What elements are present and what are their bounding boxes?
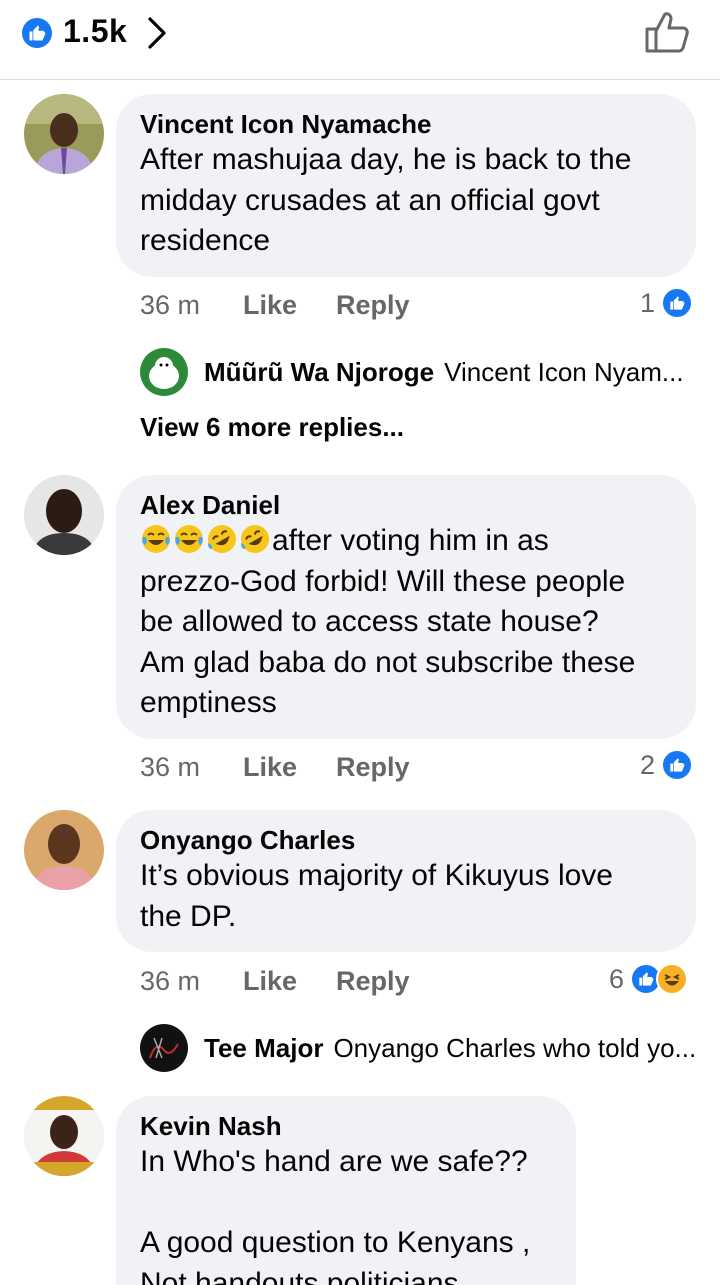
tears-of-joy-emoji-icon: [140, 523, 172, 555]
thumbs-up-outline-icon[interactable]: [644, 10, 690, 59]
comment-author[interactable]: Alex Daniel: [140, 489, 672, 521]
like-icon: [661, 287, 694, 319]
comment-time: 36 m: [140, 966, 201, 996]
avatar[interactable]: [24, 475, 104, 555]
comment-time: 36 m: [140, 752, 201, 782]
comment-text-line: prezzo-God forbid! Will these people: [140, 564, 626, 598]
like-icon: [661, 749, 694, 781]
reaction-count[interactable]: 1.5k: [63, 13, 127, 50]
reactions-header: 1.5k: [0, 0, 720, 80]
comment-text-line: It’s obvious majority of Kikuyus love: [140, 859, 613, 892]
comment-text-inline: after voting him in as: [272, 524, 549, 557]
comment-text-line: Am glad baba do not subscribe these: [140, 645, 636, 679]
reply-button[interactable]: Reply: [336, 752, 410, 783]
comment-actions: 36 m Like Reply: [140, 752, 410, 783]
comment-text-line: In Who's hand are we safe??: [140, 1145, 528, 1178]
comment-text-line: after voting him in as: [140, 521, 672, 562]
comment-author[interactable]: Kevin Nash: [140, 1110, 552, 1142]
rolling-laughing-emoji-icon: [239, 523, 271, 555]
comment-text-line: [140, 1183, 552, 1224]
comment-time: 36 m: [140, 290, 201, 320]
comment-author[interactable]: Vincent Icon Nyamache: [140, 108, 672, 140]
reaction-count: 2: [640, 749, 656, 780]
chevron-right-icon[interactable]: [146, 16, 168, 55]
comment-text-line: residence: [140, 224, 271, 257]
reply-author[interactable]: Mũũrũ Wa Njoroge: [204, 357, 434, 388]
comment-actions: 36 m Like Reply: [140, 966, 410, 997]
reply-preview[interactable]: Tee Major Onyango Charles who told yo...: [140, 1024, 696, 1072]
reply-button[interactable]: Reply: [336, 966, 410, 997]
comment-text-line: A good question to Kenyans ,: [140, 1226, 531, 1259]
comment-text-line: emptiness: [140, 686, 277, 719]
comment-bubble: Onyango Charles It’s obvious majority of…: [116, 810, 696, 952]
reply-preview[interactable]: Mũũrũ Wa Njoroge Vincent Icon Nyam...: [140, 348, 684, 396]
view-more-replies-link[interactable]: View 6 more replies...: [140, 412, 404, 443]
like-icon: [22, 18, 52, 48]
comment-author[interactable]: Onyango Charles: [140, 824, 672, 856]
reply-author[interactable]: Tee Major: [204, 1033, 323, 1064]
avatar[interactable]: [24, 810, 104, 890]
comment-actions: 36 m Like Reply: [140, 290, 410, 321]
comment-text-line: Not handouts politicians: [140, 1266, 459, 1285]
like-button[interactable]: Like: [243, 290, 336, 321]
reply-text: Onyango Charles who told yo...: [333, 1032, 697, 1063]
avatar: [140, 1024, 188, 1072]
comment-text-line: be allowed to access state house?: [140, 605, 599, 638]
comment-text-line: midday crusades at an official govt: [140, 183, 600, 217]
avatar[interactable]: [24, 1096, 104, 1176]
comment-text-line: After mashujaa day, he is back to the: [140, 143, 632, 176]
like-button[interactable]: Like: [243, 752, 336, 783]
avatar: [140, 348, 188, 396]
reaction-count: 6: [609, 963, 625, 994]
comment-reactions[interactable]: 6: [609, 963, 689, 995]
like-button[interactable]: Like: [243, 966, 336, 997]
tears-of-joy-emoji-icon: [173, 523, 205, 555]
rolling-laughing-emoji-icon: [206, 523, 238, 555]
avatar[interactable]: [24, 94, 104, 174]
comment-reactions[interactable]: 2: [640, 749, 694, 781]
reply-text: Vincent Icon Nyam...: [444, 356, 684, 387]
comment-bubble: Kevin Nash In Who's hand are we safe?? A…: [116, 1096, 576, 1285]
comment-bubble: Vincent Icon Nyamache After mashujaa day…: [116, 94, 696, 277]
comment-bubble: Alex Daniel after voting him in as prezz…: [116, 475, 696, 739]
haha-icon: [656, 963, 689, 995]
reply-button[interactable]: Reply: [336, 290, 410, 321]
comment-text-line: the DP.: [140, 899, 237, 933]
reaction-count: 1: [640, 287, 656, 318]
comment-reactions[interactable]: 1: [640, 287, 694, 319]
